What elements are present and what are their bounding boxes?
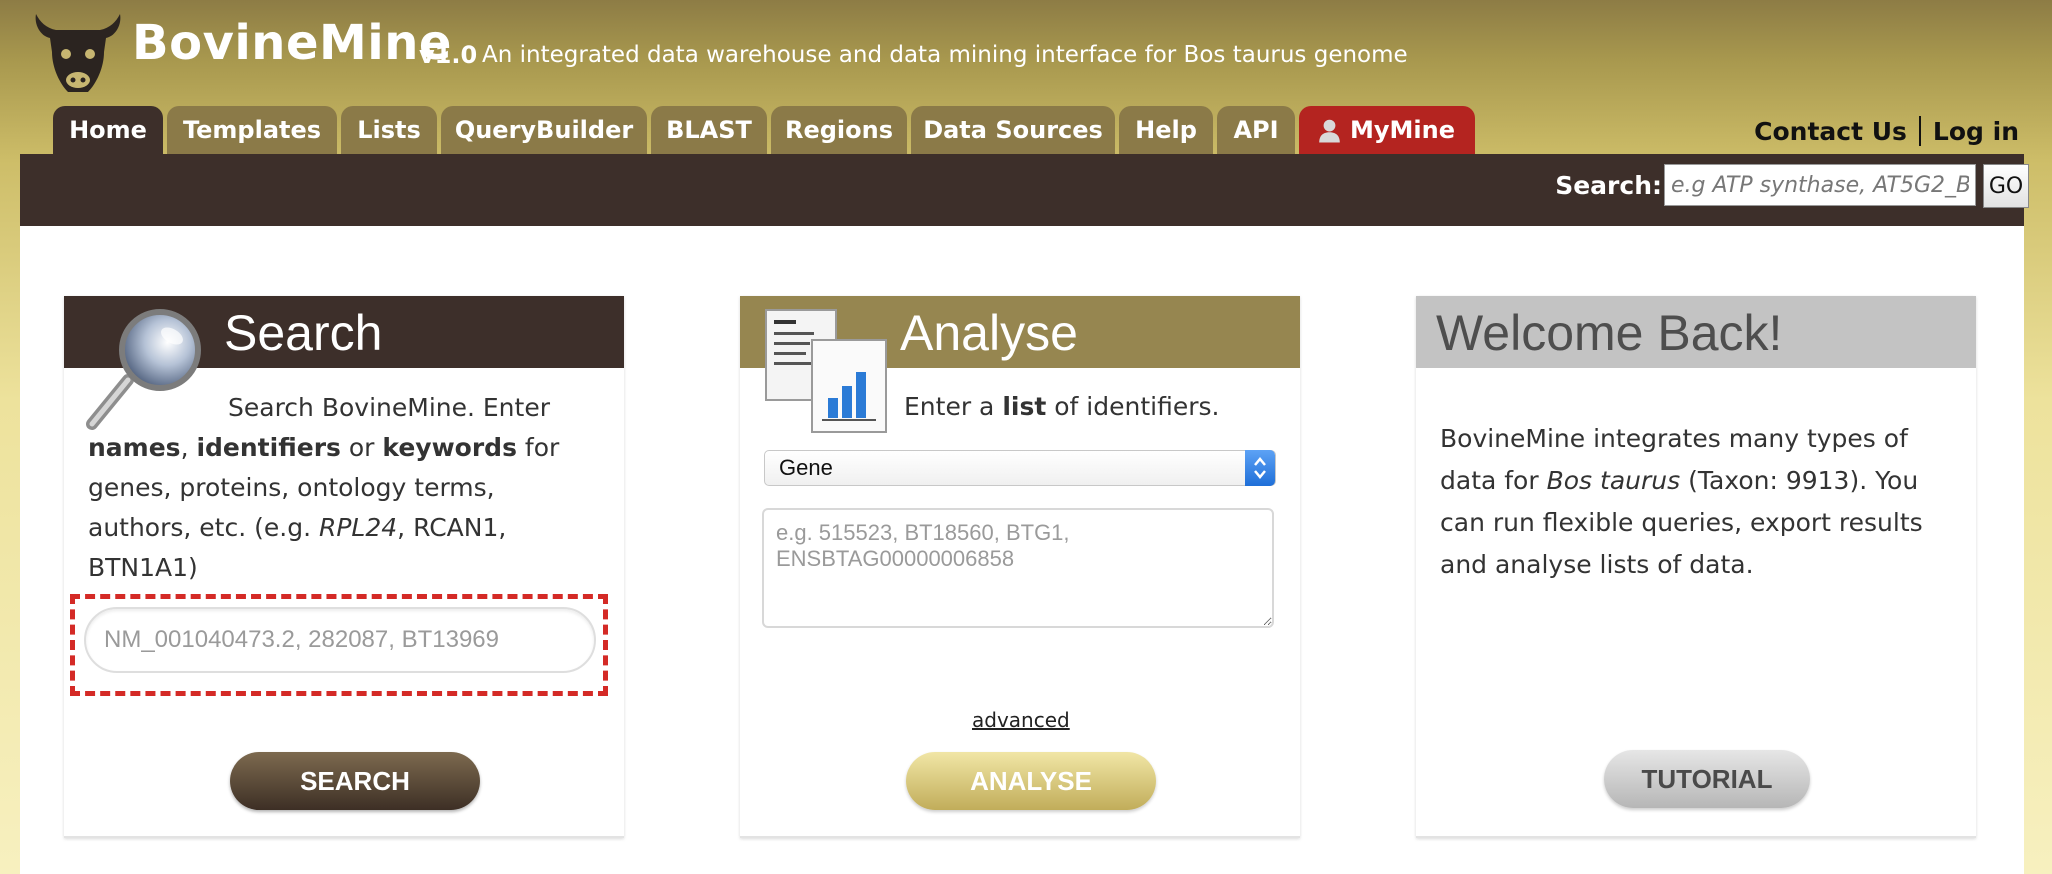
species-name: Bos taurus <box>1546 466 1681 495</box>
welcome-panel-header: Welcome Back! <box>1416 296 1976 368</box>
top-links: Contact Us Log in <box>1754 116 2019 146</box>
keyword-identifiers: identifiers <box>196 433 341 462</box>
version-label: v1.0 <box>419 41 478 69</box>
tab-data-sources[interactable]: Data Sources <box>911 106 1115 154</box>
tab-label: MyMine <box>1350 116 1455 144</box>
analyse-desc-bold: list <box>1002 392 1047 421</box>
keyword-names: names <box>88 433 181 462</box>
nav-search-label: Search: <box>1555 171 1662 200</box>
tab-api[interactable]: API <box>1217 106 1295 154</box>
tab-label: Home <box>69 116 147 144</box>
keyword-keywords: keywords <box>382 433 517 462</box>
tab-label: QueryBuilder <box>454 116 634 144</box>
cow-head-icon[interactable] <box>30 8 126 98</box>
person-icon <box>1319 119 1340 143</box>
tab-label: BLAST <box>666 116 752 144</box>
advanced-link[interactable]: advanced <box>972 708 1070 732</box>
brand-name[interactable]: BovineMine <box>132 15 452 71</box>
analyse-desc-pre: Enter a <box>904 392 1003 421</box>
tab-help[interactable]: Help <box>1119 106 1213 154</box>
tab-regions[interactable]: Regions <box>771 106 907 154</box>
link-divider <box>1918 116 1921 146</box>
tab-label: Data Sources <box>923 116 1103 144</box>
welcome-panel-title: Welcome Back! <box>1436 305 1783 361</box>
tab-label: Help <box>1135 116 1197 144</box>
type-select[interactable]: Gene <box>764 450 1276 486</box>
login-link[interactable]: Log in <box>1933 117 2019 146</box>
analyse-panel-title: Analyse <box>900 305 1078 361</box>
search-button[interactable]: SEARCH <box>230 752 480 810</box>
analyse-panel: Analyse Enter a list of identifiers. Gen… <box>740 296 1300 838</box>
go-button[interactable]: GO <box>1983 164 2029 208</box>
type-select-value: Gene <box>779 455 833 480</box>
tutorial-button[interactable]: TUTORIAL <box>1604 750 1810 808</box>
separator-text: or <box>340 433 383 462</box>
welcome-text: BovineMine integrates many types of data… <box>1440 418 1950 586</box>
contact-us-link[interactable]: Contact Us <box>1754 117 1907 146</box>
analyse-description: Enter a list of identifiers. <box>904 392 1219 421</box>
main-content: Search Search BovineMine. Enter names, i… <box>20 226 2024 874</box>
tab-label: Lists <box>357 116 421 144</box>
magnifier-icon <box>86 309 201 430</box>
tab-label: API <box>1233 116 1279 144</box>
search-input[interactable] <box>84 607 596 673</box>
tagline: An integrated data warehouse and data mi… <box>482 42 1408 68</box>
select-arrows-icon <box>1245 450 1275 486</box>
tab-lists[interactable]: Lists <box>341 106 437 154</box>
search-panel: Search Search BovineMine. Enter names, i… <box>64 296 624 838</box>
search-panel-title: Search <box>224 305 383 361</box>
tab-blast[interactable]: BLAST <box>651 106 767 154</box>
identifiers-textarea[interactable] <box>762 508 1274 628</box>
tab-mymine[interactable]: MyMine <box>1299 106 1475 154</box>
nav-search-bar: Search: GO <box>20 154 2029 226</box>
header: BovineMine v1.0 An integrated data wareh… <box>0 0 2052 105</box>
example-gene: RPL24 <box>318 513 398 542</box>
quick-search-input[interactable] <box>1664 164 1976 206</box>
analyse-button[interactable]: ANALYSE <box>906 752 1156 810</box>
tab-templates[interactable]: Templates <box>167 106 337 154</box>
search-intro-text: Search BovineMine. Enter <box>228 393 550 422</box>
tab-querybuilder[interactable]: QueryBuilder <box>441 106 647 154</box>
separator-text: , <box>180 433 197 462</box>
tab-label: Templates <box>182 116 322 144</box>
tab-home[interactable]: Home <box>53 106 163 154</box>
tab-label: Regions <box>784 116 894 144</box>
welcome-panel: Welcome Back! BovineMine integrates many… <box>1416 296 1976 838</box>
main-nav-tabs: Home Templates Lists QueryBuilder BLAST … <box>53 106 1475 154</box>
list-chart-icon <box>765 309 887 433</box>
analyse-desc-post: of identifiers. <box>1046 392 1220 421</box>
